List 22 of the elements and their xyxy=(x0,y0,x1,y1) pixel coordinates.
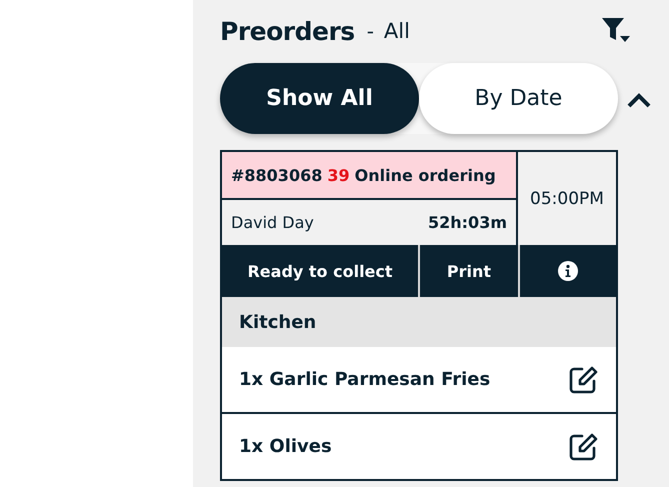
title-separator: - xyxy=(366,19,374,43)
filter-label: All xyxy=(384,19,411,43)
order-number: #8803068 xyxy=(231,166,322,184)
edit-icon[interactable] xyxy=(568,364,598,394)
action-button[interactable]: Ready to collect xyxy=(222,245,418,297)
section-heading: Kitchen xyxy=(239,312,316,332)
edit-icon[interactable] xyxy=(568,432,598,462)
action-button[interactable]: Print xyxy=(420,245,518,297)
item-label: 1x Garlic Parmesan Fries xyxy=(239,369,490,390)
toggle-tab[interactable]: By Date xyxy=(419,63,618,134)
chevron-up-icon[interactable] xyxy=(626,93,652,109)
info-button[interactable] xyxy=(520,245,616,297)
info-icon xyxy=(558,261,578,281)
order-time: 05:00PM xyxy=(530,188,604,208)
elapsed-time: 52h:03m xyxy=(428,213,507,232)
table-number: 39 xyxy=(327,166,350,184)
filter-icon[interactable] xyxy=(602,18,630,44)
toggle-tab[interactable]: Show All xyxy=(220,63,419,134)
order-source: Online ordering xyxy=(354,166,496,184)
customer-name: David Day xyxy=(231,213,314,232)
item-label: 1x Olives xyxy=(239,436,332,457)
page-title: Preorders xyxy=(220,16,355,46)
